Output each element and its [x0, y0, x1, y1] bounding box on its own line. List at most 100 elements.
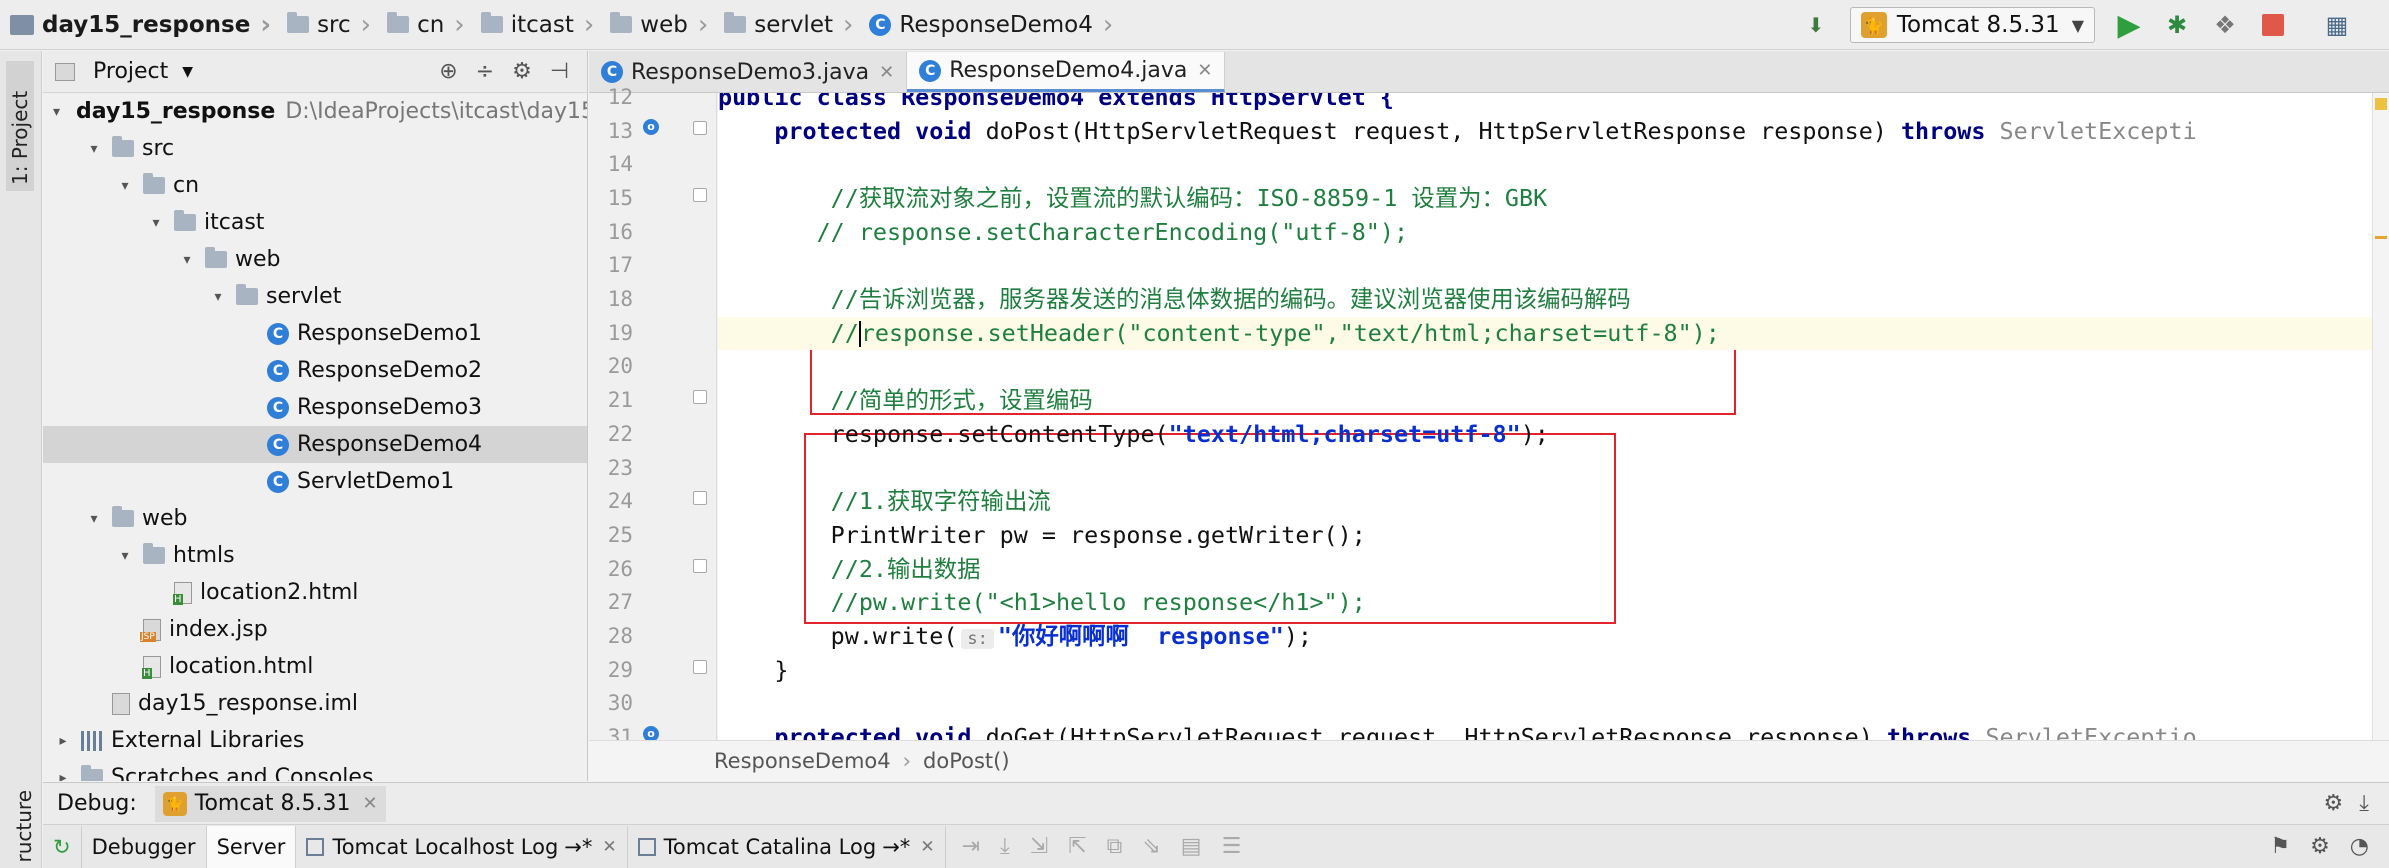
tree-item[interactable]: C ServletDemo1: [43, 463, 587, 500]
editor-tab[interactable]: C ResponseDemo4.java ✕: [907, 52, 1226, 92]
step-out-icon[interactable]: ⇱: [1068, 834, 1086, 859]
code-line[interactable]: public class ResponseDemo4 extends HttpS…: [718, 93, 2372, 115]
crumb-class[interactable]: ResponseDemo4: [714, 749, 891, 773]
run-configuration-select[interactable]: 🐈 Tomcat 8.5.31 ▼: [1849, 7, 2095, 43]
expand-arrow-icon[interactable]: ▾: [177, 252, 197, 268]
project-view-title[interactable]: Project: [93, 59, 168, 84]
line-number[interactable]: 17: [589, 249, 633, 283]
code-line[interactable]: // response.setCharacterEncoding("utf-8"…: [718, 216, 2372, 250]
code-line[interactable]: response.setContentType("text/html;chars…: [718, 418, 2372, 452]
warning-mark[interactable]: [2375, 236, 2387, 239]
tree-item[interactable]: ▾ servlet: [43, 278, 587, 315]
line-number[interactable]: 21: [589, 384, 633, 418]
step-into-icon[interactable]: ⤓: [1000, 834, 1010, 859]
expand-arrow-icon[interactable]: ▾: [115, 178, 135, 194]
code-line[interactable]: //2.输出数据: [718, 553, 2372, 587]
line-number[interactable]: 22: [589, 418, 633, 452]
code-line[interactable]: //告诉浏览器，服务器发送的消息体数据的编码。建议浏览器使用该编码解码: [718, 283, 2372, 317]
line-number[interactable]: 30: [589, 687, 633, 721]
step-over-icon[interactable]: ⇥: [962, 834, 980, 859]
line-number[interactable]: 15: [589, 182, 633, 216]
expand-arrow-icon[interactable]: ▾: [115, 548, 135, 564]
fold-marker-icon[interactable]: [693, 390, 707, 405]
code-line[interactable]: //简单的形式，设置编码: [718, 384, 2372, 418]
editor-tab[interactable]: C ResponseDemo3.java ✕: [589, 52, 908, 92]
tree-item[interactable]: day15_response.iml: [43, 685, 587, 722]
stop-icon[interactable]: [2253, 5, 2293, 45]
tree-item[interactable]: C ResponseDemo3: [43, 389, 587, 426]
crumb-method[interactable]: doPost(): [923, 749, 1010, 773]
line-number[interactable]: 28: [589, 620, 633, 654]
line-number[interactable]: 20: [589, 350, 633, 384]
expand-arrow-icon[interactable]: ▾: [84, 141, 104, 157]
run-to-cursor-icon[interactable]: ⇘: [1142, 834, 1160, 859]
fold-marker-icon[interactable]: [693, 659, 707, 674]
code-editor[interactable]: public class ResponseDemo4 extends HttpS…: [718, 93, 2372, 740]
rerun-icon[interactable]: ↻: [43, 825, 82, 868]
tree-item[interactable]: ▾ cn: [43, 167, 587, 204]
code-line[interactable]: [718, 148, 2372, 182]
code-line[interactable]: [718, 687, 2372, 721]
collapse-arrow-icon[interactable]: ▸: [53, 733, 73, 749]
close-icon[interactable]: ✕: [1197, 60, 1212, 81]
structure-tool-tab[interactable]: ructure: [12, 790, 36, 863]
code-line[interactable]: //response.setHeader("content-type","tex…: [718, 316, 2372, 351]
tree-item[interactable]: location2.html: [43, 574, 587, 611]
project-tool-tab[interactable]: 1: Project: [6, 61, 34, 191]
fold-marker-icon[interactable]: [693, 558, 707, 573]
line-number[interactable]: 23: [589, 452, 633, 486]
code-line[interactable]: [718, 350, 2372, 384]
line-number[interactable]: 19: [589, 317, 633, 351]
line-number[interactable]: 12: [589, 81, 633, 115]
restore-layout-icon[interactable]: ⚑: [2270, 834, 2290, 859]
line-number[interactable]: 27: [589, 586, 633, 620]
hide-icon[interactable]: ◔: [2350, 834, 2369, 859]
hide-panel-icon[interactable]: ⤓: [2359, 791, 2369, 816]
code-line[interactable]: PrintWriter pw = response.getWriter();: [718, 519, 2372, 553]
hide-panel-icon[interactable]: ⊣: [550, 59, 569, 84]
tree-item[interactable]: ▸ External Libraries: [43, 722, 587, 759]
evaluate-icon[interactable]: ▤: [1181, 834, 1202, 859]
tree-item[interactable]: ▾ web: [43, 241, 587, 278]
line-number[interactable]: 29: [589, 654, 633, 688]
close-icon[interactable]: ✕: [602, 837, 616, 857]
layout-settings-icon[interactable]: ⚙: [2310, 834, 2330, 859]
settings-gear-icon[interactable]: ⚙: [512, 59, 532, 84]
breadcrumb-item[interactable]: day15_response ›: [0, 0, 277, 50]
expand-arrow-icon[interactable]: ▾: [84, 511, 104, 527]
tree-item[interactable]: ▾ itcast: [43, 204, 587, 241]
line-number[interactable]: 16: [589, 216, 633, 250]
debug-tab[interactable]: Debugger: [82, 825, 207, 868]
code-line[interactable]: pw.write(s: "你好啊啊啊 response");: [718, 620, 2372, 654]
debug-tab[interactable]: Tomcat Localhost Log →* ✕: [296, 825, 628, 868]
drop-frame-icon[interactable]: ⧉: [1107, 834, 1123, 859]
breadcrumb-item[interactable]: web ›: [600, 0, 714, 50]
fold-marker-icon[interactable]: [693, 120, 707, 135]
close-icon[interactable]: ✕: [879, 62, 894, 83]
tree-item[interactable]: ▸ Scratches and Consoles: [43, 759, 587, 781]
line-number[interactable]: 26: [589, 553, 633, 587]
code-line[interactable]: protected void doPost(HttpServletRequest…: [718, 115, 2372, 149]
code-line[interactable]: [718, 249, 2372, 283]
tree-item[interactable]: C ResponseDemo2: [43, 352, 587, 389]
override-icon[interactable]: o: [643, 118, 659, 135]
line-number[interactable]: 13: [589, 115, 633, 149]
line-number[interactable]: 25: [589, 519, 633, 553]
line-number[interactable]: 14: [589, 148, 633, 182]
breadcrumb-item[interactable]: C ResponseDemo4 ›: [859, 0, 1119, 50]
code-line[interactable]: //获取流对象之前，设置流的默认编码：ISO-8859-1 设置为：GBK: [718, 182, 2372, 216]
code-line[interactable]: [718, 452, 2372, 486]
expand-arrow-icon[interactable]: ▾: [208, 289, 228, 305]
locate-file-icon[interactable]: ⊕: [439, 59, 457, 84]
code-line[interactable]: protected void doGet(HttpServletRequest …: [718, 721, 2372, 740]
code-line[interactable]: //pw.write("<h1>hello response</h1>");: [718, 586, 2372, 620]
fold-marker-icon[interactable]: [693, 187, 707, 202]
fold-marker-icon[interactable]: [693, 491, 707, 506]
collapse-all-icon[interactable]: ÷: [476, 59, 494, 84]
tree-item[interactable]: index.jsp: [43, 611, 587, 648]
trace-icon[interactable]: ☰: [1222, 834, 1242, 859]
tree-item[interactable]: ▾ web: [43, 500, 587, 537]
breadcrumb-item[interactable]: itcast ›: [471, 0, 601, 50]
expand-arrow-icon[interactable]: ▾: [146, 215, 166, 231]
tree-item[interactable]: ▾ day15_response D:\IdeaProjects\itcast\da…: [43, 93, 587, 130]
